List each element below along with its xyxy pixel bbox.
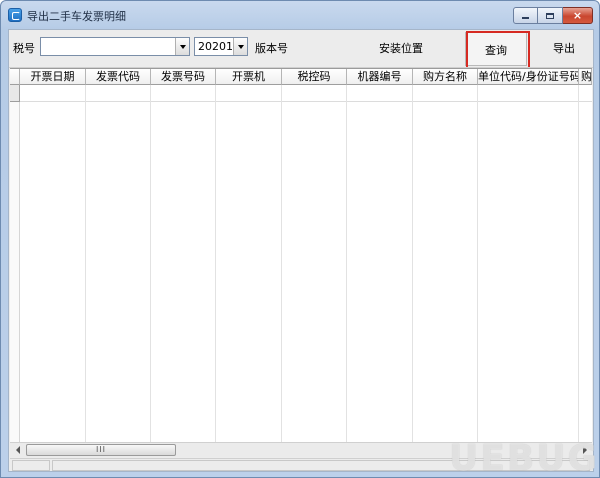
column-header[interactable]: 税控码 <box>282 69 347 85</box>
table-row[interactable] <box>10 85 592 102</box>
chevron-down-icon[interactable] <box>175 38 189 55</box>
client-area: 税号 202012 版本号 安装位置 查询 导出 开票日期 发票代码 发票号码 … <box>8 29 594 472</box>
period-combo[interactable]: 202012 <box>194 37 248 56</box>
column-header[interactable]: 开票日期 <box>20 69 86 85</box>
grid-line <box>477 85 478 442</box>
minimize-button[interactable] <box>513 7 538 24</box>
maximize-button[interactable] <box>538 7 563 24</box>
maximize-icon <box>546 12 554 19</box>
watermark-logo: UEBUG <box>449 438 600 478</box>
column-header[interactable]: 购 <box>579 69 592 85</box>
grid-line <box>150 85 151 442</box>
query-highlight-box <box>466 31 530 69</box>
row-selector[interactable] <box>10 85 20 102</box>
invoice-grid[interactable]: 开票日期 发票代码 发票号码 开票机 税控码 机器编号 购方名称 单位代码/身份… <box>10 68 592 442</box>
scroll-thumb[interactable]: III <box>26 444 176 456</box>
column-header[interactable]: 机器编号 <box>347 69 413 85</box>
column-header[interactable]: 单位代码/身份证号码 <box>478 69 579 85</box>
main-window: 导出二手车发票明细 × 税号 202012 版本号 安装位置 查询 导出 开票日… <box>0 0 600 478</box>
install-location-button[interactable]: 安装位置 <box>373 40 429 56</box>
grid-line <box>412 85 413 442</box>
row-header-column <box>10 102 20 442</box>
app-icon <box>8 8 22 22</box>
version-label: 版本号 <box>255 42 288 55</box>
column-header[interactable]: 开票机 <box>216 69 282 85</box>
grid-line <box>85 85 86 442</box>
minimize-icon <box>522 17 529 19</box>
grid-corner <box>10 69 20 85</box>
title-bar[interactable]: 导出二手车发票明细 × <box>1 1 599 29</box>
close-button[interactable]: × <box>563 7 593 24</box>
grid-line <box>578 85 579 442</box>
scroll-left-icon[interactable] <box>10 443 25 457</box>
chevron-down-icon[interactable] <box>233 38 247 55</box>
column-header[interactable]: 发票号码 <box>151 69 216 85</box>
export-button[interactable]: 导出 <box>547 40 581 56</box>
grid-line <box>346 85 347 442</box>
column-header[interactable]: 购方名称 <box>413 69 478 85</box>
grid-line <box>215 85 216 442</box>
column-header[interactable]: 发票代码 <box>86 69 151 85</box>
tax-id-combo[interactable] <box>40 37 190 56</box>
window-title: 导出二手车发票明细 <box>27 10 126 23</box>
grid-line <box>281 85 282 442</box>
status-panel <box>12 460 50 471</box>
tax-id-label: 税号 <box>13 42 35 55</box>
close-icon: × <box>572 9 583 22</box>
